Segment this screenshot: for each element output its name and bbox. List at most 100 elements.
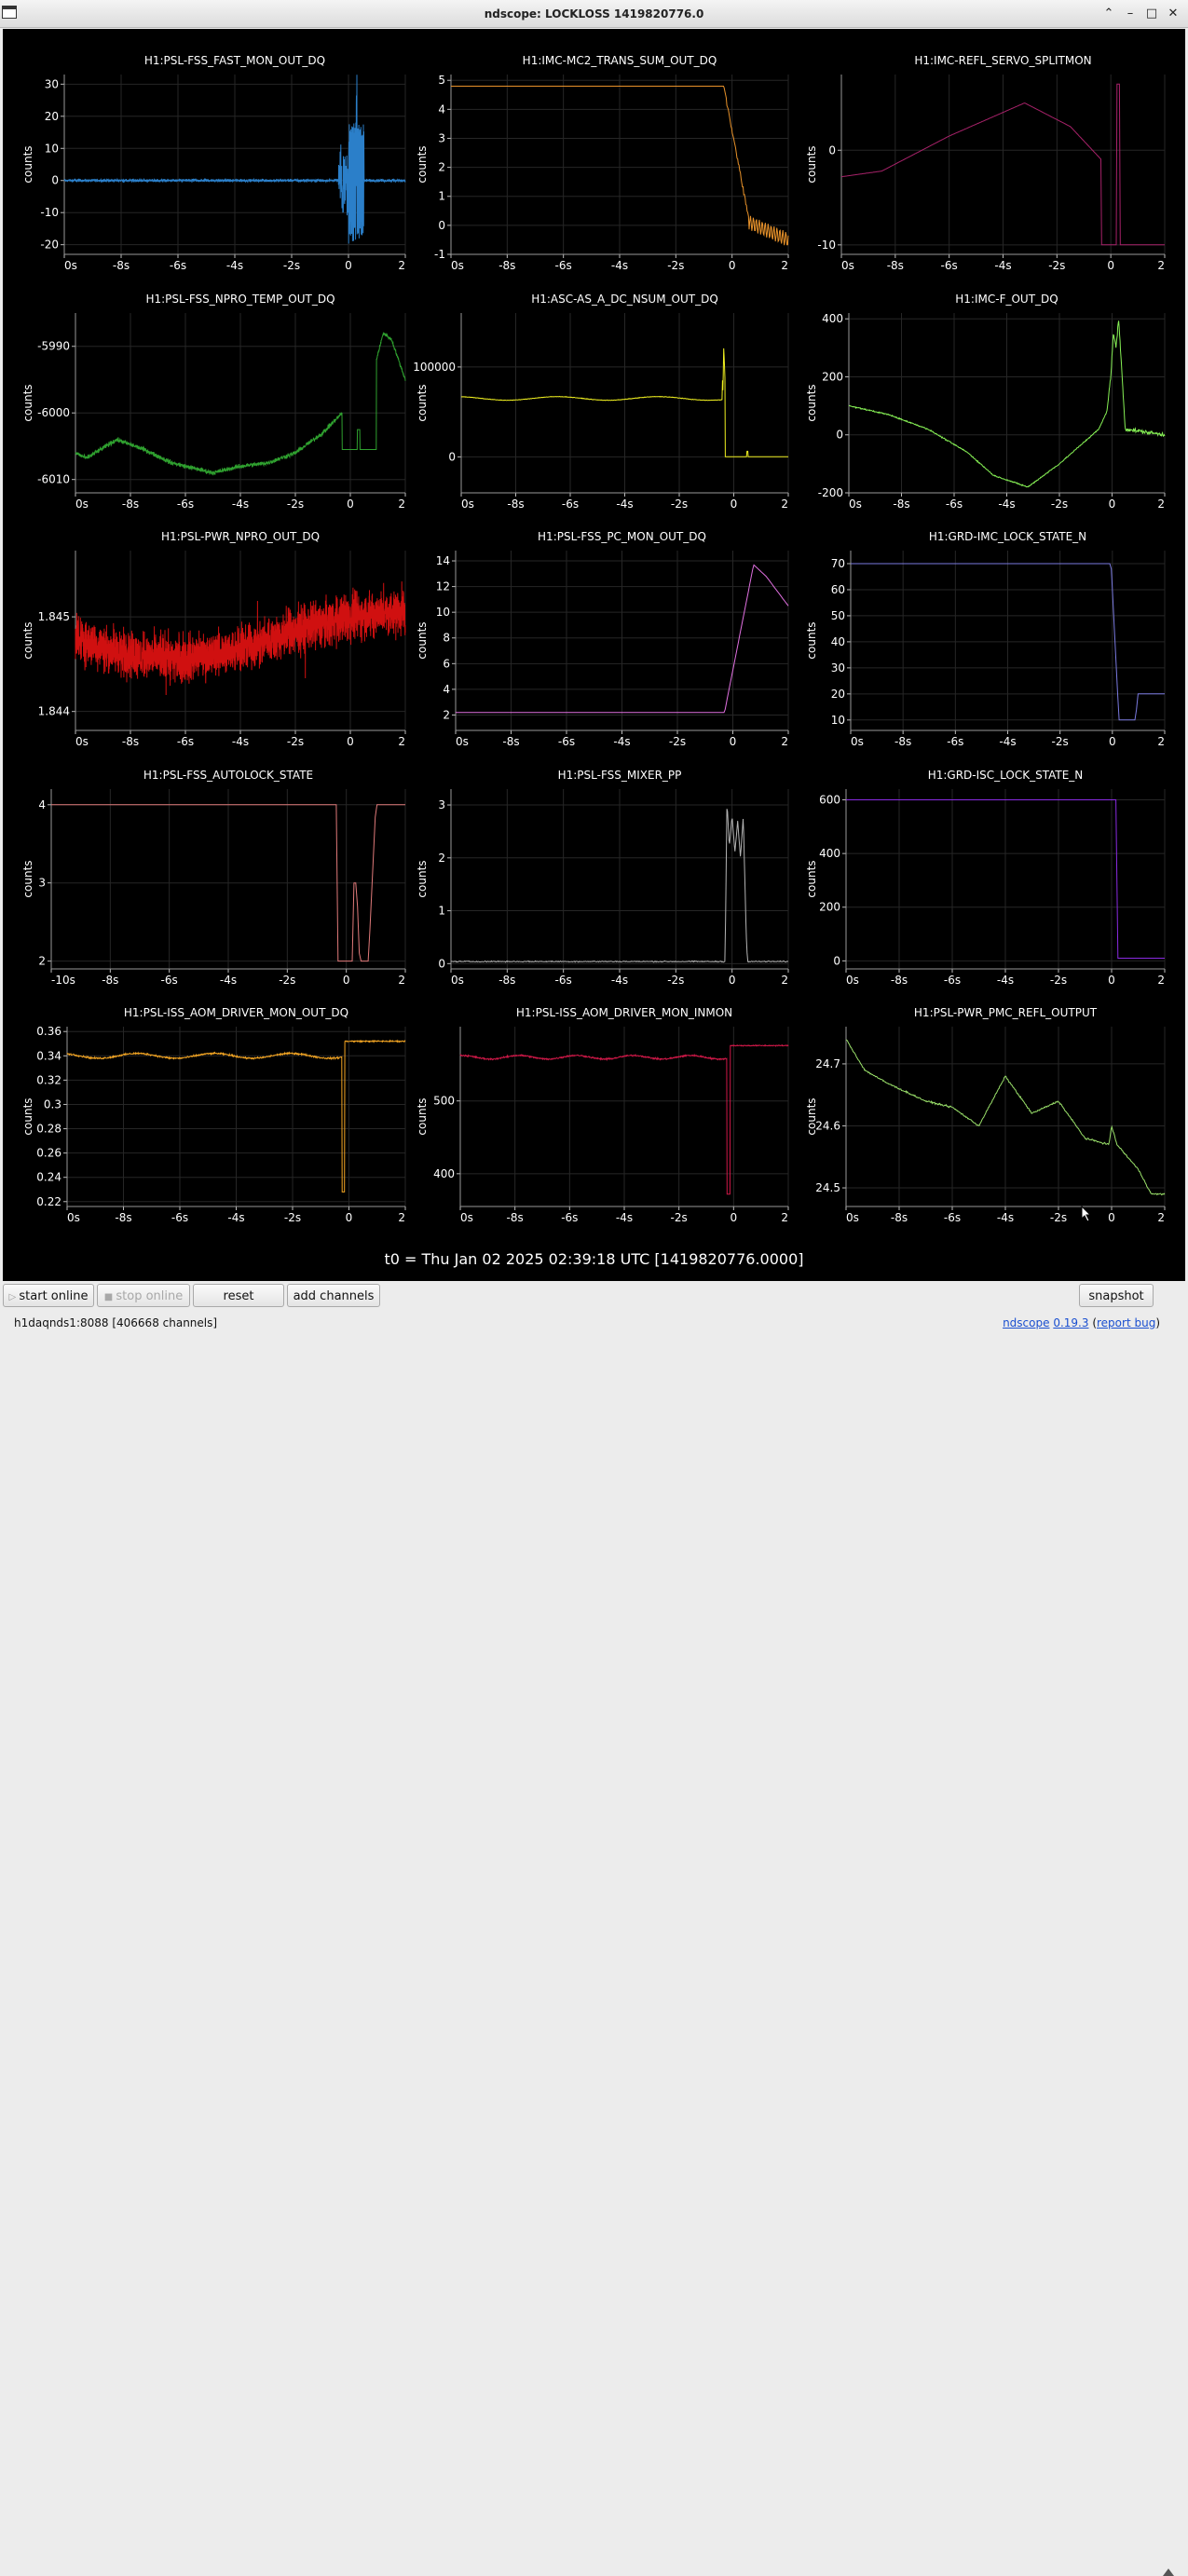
y-tick-label: 200	[822, 370, 843, 383]
x-tick-label: 0s	[75, 497, 89, 511]
add-channels-button[interactable]: add channels	[287, 1284, 380, 1307]
x-tick-label: -6s	[946, 497, 963, 511]
report-bug-link[interactable]: report bug	[1097, 1316, 1155, 1329]
x-tick-label: -8s	[507, 1211, 524, 1224]
snapshot-button[interactable]: snapshot	[1079, 1284, 1154, 1307]
x-tick-label: 0s	[846, 1211, 859, 1224]
x-tick-label: 0s	[461, 497, 474, 511]
x-tick-label: -2s	[669, 735, 686, 748]
play-icon: ▷	[8, 1292, 20, 1302]
x-tick-label: -4s	[227, 1211, 244, 1224]
x-tick-label: 0	[1109, 735, 1116, 748]
expand-up-icon[interactable]	[1163, 2569, 1174, 2576]
y-tick-label: 10	[831, 714, 845, 727]
x-tick-label: -8s	[122, 735, 139, 748]
x-tick-label: -2s	[284, 1211, 301, 1224]
x-tick-label: 0	[343, 974, 350, 987]
start-online-button[interactable]: ▷ start online	[3, 1284, 94, 1307]
y-tick-label: 40	[831, 635, 845, 648]
minimize-icon[interactable]: –	[1121, 5, 1140, 23]
y-tick-label: 500	[433, 1095, 455, 1108]
x-tick-label: 0	[346, 1211, 353, 1224]
server-status: h1daqnds1:8088 [406668 channels]	[14, 1316, 218, 1329]
plot-title: H1:GRD-IMC_LOCK_STATE_N	[929, 530, 1086, 543]
x-tick-label: 0	[731, 497, 738, 511]
plot-title: H1:ASC-AS_A_DC_NSUM_OUT_DQ	[531, 293, 718, 306]
x-tick-label: 2	[1157, 974, 1165, 987]
x-tick-label: -8s	[887, 259, 904, 272]
window-title: ndscope: LOCKLOSS 1419820776.0	[484, 7, 704, 20]
x-tick-label: -4s	[611, 259, 628, 272]
y-tick-label: 20	[45, 110, 59, 123]
x-tick-label: 0	[347, 497, 354, 511]
y-tick-label: 24.5	[815, 1181, 840, 1194]
x-tick-label: -8s	[113, 259, 130, 272]
close-icon[interactable]: ✕	[1164, 5, 1182, 23]
x-tick-label: -6s	[944, 1211, 961, 1224]
y-tick-label: 0	[828, 143, 836, 157]
mouse-cursor-icon	[1081, 1206, 1092, 1222]
x-tick-label: -2s	[1052, 735, 1069, 748]
plot-15: H1:PSL-PWR_PMC_REFL_OUTPUTcounts0s -8s -6s…	[805, 1006, 1166, 1224]
title-bar: ndscope: LOCKLOSS 1419820776.0 ⌃ – □ ✕	[0, 0, 1188, 28]
y-tick-label: 14	[436, 554, 450, 567]
x-tick-label: 2	[781, 259, 788, 272]
plot-title: H1:IMC-REFL_SERVO_SPLITMON	[914, 54, 1091, 67]
y-tick-label: 5	[438, 74, 445, 87]
plot-7: H1:PSL-PWR_NPRO_OUT_DQcounts 0s -8s -6s -4s -…	[21, 530, 406, 748]
x-tick-label: -8s	[507, 497, 524, 511]
x-tick-label: 2	[398, 974, 405, 987]
y-tick-label: -6000	[37, 406, 70, 419]
x-tick-label: 0	[1108, 1211, 1115, 1224]
y-tick-label: 0.22	[36, 1195, 61, 1208]
x-tick-label: -2s	[1051, 497, 1068, 511]
plot-title: H1:PSL-ISS_AOM_DRIVER_MON_OUT_DQ	[124, 1006, 348, 1019]
x-tick-label: -2s	[283, 259, 300, 272]
y-tick-label: 100000	[413, 361, 456, 374]
y-tick-label: -10	[40, 206, 59, 219]
version-link[interactable]: 0.19.3	[1053, 1316, 1088, 1329]
y-tick-label: 400	[433, 1167, 455, 1180]
x-tick-label: -2s	[667, 259, 684, 272]
y-axis-label: counts	[416, 1097, 429, 1135]
reset-button[interactable]: reset	[193, 1284, 284, 1307]
x-tick-label: -6s	[177, 735, 194, 748]
plot-title: H1:PSL-FSS_PC_MON_OUT_DQ	[538, 530, 706, 543]
x-tick-label: 0s	[846, 974, 859, 987]
x-tick-label: -2s	[287, 497, 304, 511]
plot-11: H1:PSL-FSS_MIXER_PPcounts 0s -8s -6s -4s -2s 0…	[416, 769, 789, 987]
y-tick-label: 200	[819, 901, 840, 914]
y-tick-label: 0	[833, 954, 840, 967]
plot-grid: H1:PSL-FSS_FAST_MON_OUT_DQ counts 0s -8s -6s…	[3, 29, 1185, 1281]
plot-2: H1:IMC-MC2_TRANS_SUM_OUT_DQcounts 0s -8s -6…	[416, 54, 789, 272]
shade-icon[interactable]: ⌃	[1099, 5, 1118, 23]
x-tick-label: -2s	[671, 1211, 688, 1224]
x-tick-label: 0s	[841, 259, 854, 272]
y-tick-label: 0	[448, 450, 456, 463]
x-tick-label: 0	[1108, 974, 1115, 987]
x-tick-label: -6s	[555, 974, 572, 987]
stop-online-button[interactable]: ■ stop online	[97, 1284, 190, 1307]
x-tick-label: -2s	[1050, 1211, 1067, 1224]
ndscope-link[interactable]: ndscope	[1003, 1316, 1049, 1329]
y-tick-label: 0.26	[36, 1147, 61, 1160]
x-tick-label: 0	[1109, 497, 1116, 511]
x-tick-label: 0	[731, 1211, 738, 1224]
x-tick-label: 2	[398, 259, 405, 272]
y-axis-label: counts	[416, 384, 429, 421]
maximize-icon[interactable]: □	[1142, 5, 1161, 23]
plot-title: H1:PSL-FSS_MIXER_PP	[558, 769, 682, 782]
y-tick-label: 0.28	[36, 1123, 61, 1136]
plot-13: H1:PSL-ISS_AOM_DRIVER_MON_OUT_DQcounts 0s…	[21, 1006, 406, 1224]
y-tick-label: 20	[831, 688, 845, 701]
stop-icon: ■	[103, 1292, 116, 1302]
y-axis-label: counts	[21, 860, 34, 897]
y-tick-label: 6	[443, 657, 450, 670]
x-tick-label: -6s	[941, 259, 958, 272]
plot-1: H1:PSL-FSS_FAST_MON_OUT_DQcounts 0s -8s -6s…	[21, 54, 406, 272]
y-tick-label: 4	[443, 683, 450, 696]
x-tick-label: 0	[729, 974, 736, 987]
x-tick-label: 0s	[460, 1211, 473, 1224]
y-tick-label: 24.6	[815, 1119, 840, 1132]
t0-label: t0 = Thu Jan 02 2025 02:39:18 UTC [14198…	[384, 1250, 804, 1268]
